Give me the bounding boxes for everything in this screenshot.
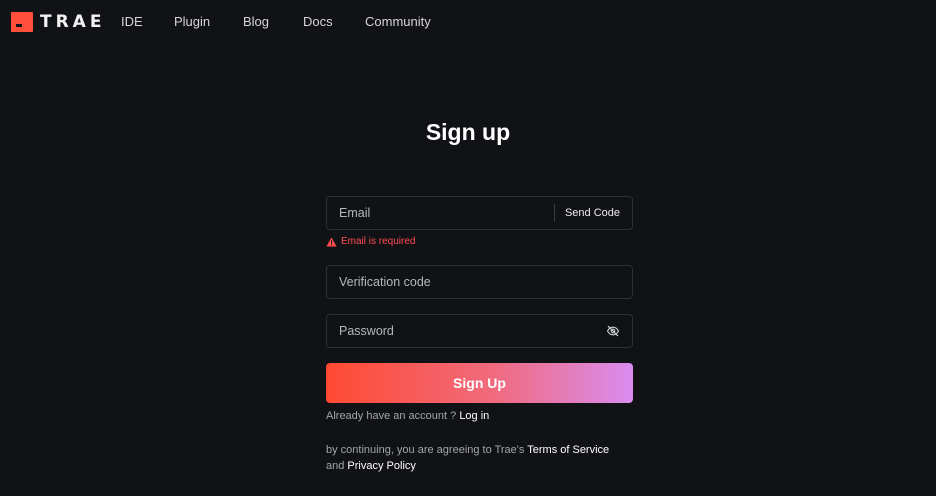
email-error: Email is required xyxy=(326,236,415,247)
page-title: Sign up xyxy=(425,119,511,145)
verification-code-input[interactable] xyxy=(327,266,632,298)
logo-text: TRAE xyxy=(40,12,106,32)
email-field-wrapper: Send Code xyxy=(326,196,633,230)
nav-link-plugin[interactable]: Plugin xyxy=(174,14,210,29)
login-prompt: Already have an account ? Log in xyxy=(326,410,489,422)
email-input[interactable] xyxy=(327,197,554,229)
terms-prefix: by continuing, you are agreeing to Trae'… xyxy=(326,444,528,456)
nav-link-blog[interactable]: Blog xyxy=(243,14,269,29)
warning-icon xyxy=(326,237,337,246)
eye-off-icon[interactable] xyxy=(606,324,620,338)
top-nav: TRAE IDE Plugin Blog Docs Community xyxy=(0,0,936,44)
verification-field-wrapper xyxy=(326,265,633,299)
password-input[interactable] xyxy=(327,315,606,347)
terms-of-service-link[interactable]: Terms of Service xyxy=(527,444,609,456)
trae-logo[interactable]: TRAE xyxy=(11,12,105,32)
nav-link-ide[interactable]: IDE xyxy=(121,14,143,29)
error-text: Email is required xyxy=(341,236,416,247)
nav-link-community[interactable]: Community xyxy=(365,14,431,29)
sign-up-button[interactable]: Sign Up xyxy=(326,363,633,403)
trae-logo-icon xyxy=(11,12,33,32)
terms-and: and xyxy=(326,460,348,472)
password-field-wrapper xyxy=(326,314,633,348)
terms-notice: by continuing, you are agreeing to Trae'… xyxy=(326,442,636,474)
already-text: Already have an account ? xyxy=(326,410,460,422)
privacy-policy-link[interactable]: Privacy Policy xyxy=(347,460,415,472)
send-code-button[interactable]: Send Code xyxy=(553,204,632,222)
login-link[interactable]: Log in xyxy=(459,410,489,422)
nav-link-docs[interactable]: Docs xyxy=(303,14,333,29)
